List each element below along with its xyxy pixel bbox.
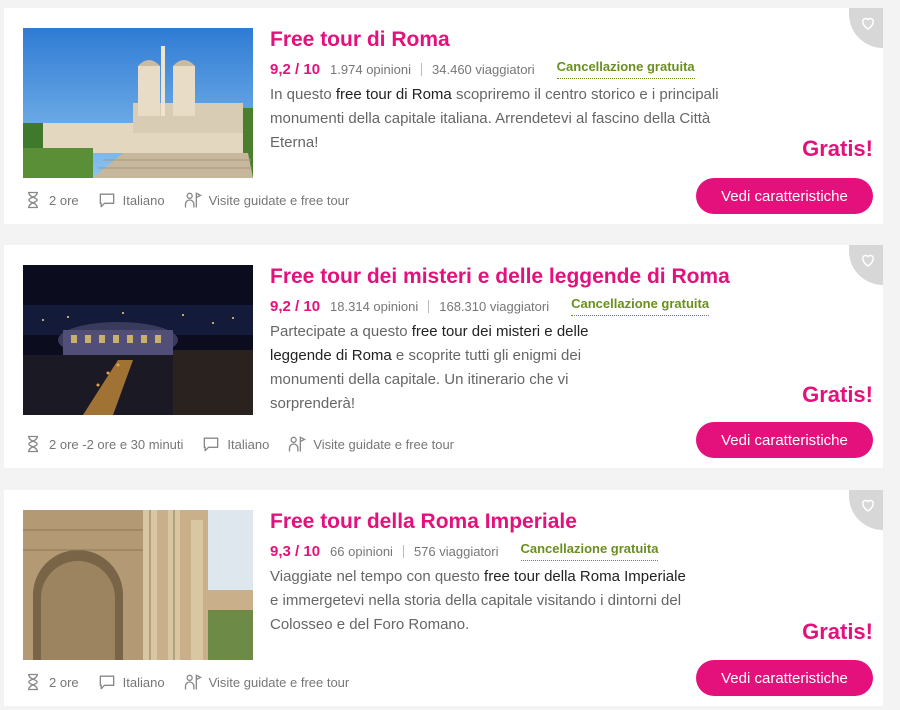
view-details-button[interactable]: Vedi caratteristiche bbox=[696, 660, 873, 696]
tour-card[interactable]: Free tour di Roma 9,2 / 10 1.974 opinion… bbox=[4, 8, 883, 224]
tour-guide-icon bbox=[289, 436, 307, 452]
tour-meta: 9,3 / 10 66 opinioni 576 viaggiatori Can… bbox=[270, 541, 659, 561]
tour-card[interactable]: Free tour dei misteri e delle leggende d… bbox=[4, 245, 883, 468]
tour-description: In questo free tour di Roma scopriremo i… bbox=[270, 86, 719, 151]
reviews-count[interactable]: 18.314 opinioni bbox=[330, 299, 418, 314]
reviews-count[interactable]: 1.974 opinioni bbox=[330, 62, 411, 77]
tour-description: Partecipate a questo free tour dei miste… bbox=[270, 323, 589, 412]
tour-card[interactable]: Free tour della Roma Imperiale 9,3 / 10 … bbox=[4, 490, 883, 706]
language: Italiano bbox=[122, 674, 165, 690]
favorite-button[interactable] bbox=[849, 490, 883, 530]
price: Gratis! bbox=[802, 382, 873, 407]
divider bbox=[428, 299, 430, 313]
view-details-button[interactable]: Vedi caratteristiche bbox=[696, 422, 873, 458]
reviews-count[interactable]: 66 opinioni bbox=[330, 544, 393, 559]
speech-bubble-icon bbox=[204, 437, 219, 452]
tour-features: 2 ore Italiano Visite guidate e free tou… bbox=[23, 672, 367, 692]
colosseum-night-photo[interactable] bbox=[23, 265, 253, 415]
tour-features: 2 ore -2 ore e 30 minuti Italiano Visite… bbox=[23, 434, 472, 454]
duration: 2 ore bbox=[49, 192, 79, 208]
tour-description: Viaggiate nel tempo con questo free tour… bbox=[270, 568, 686, 633]
rating: 9,2 / 10 bbox=[270, 60, 321, 78]
divider bbox=[402, 544, 404, 558]
category: Visite guidate e free tour bbox=[208, 192, 350, 208]
duration: 2 ore bbox=[49, 674, 79, 690]
price: Gratis! bbox=[802, 136, 873, 161]
tour-features: 2 ore Italiano Visite guidate e free tou… bbox=[23, 190, 367, 210]
language: Italiano bbox=[227, 436, 270, 452]
category: Visite guidate e free tour bbox=[313, 436, 455, 452]
tour-guide-icon bbox=[184, 192, 202, 208]
speech-bubble-icon bbox=[99, 193, 114, 208]
roman-arch-photo[interactable] bbox=[23, 510, 253, 660]
travelers-count: 576 viaggiatori bbox=[413, 543, 499, 559]
free-cancellation-badge[interactable]: Cancellazione gratuita bbox=[556, 59, 695, 79]
free-cancellation-badge[interactable]: Cancellazione gratuita bbox=[520, 541, 659, 561]
duration: 2 ore -2 ore e 30 minuti bbox=[49, 436, 184, 452]
favorite-button[interactable] bbox=[849, 8, 883, 48]
favorite-button[interactable] bbox=[849, 245, 883, 285]
view-details-button[interactable]: Vedi caratteristiche bbox=[696, 178, 873, 214]
speech-bubble-icon bbox=[99, 675, 114, 690]
heart-icon bbox=[861, 17, 875, 30]
spanish-steps-photo[interactable] bbox=[23, 28, 253, 178]
travelers-count: 34.460 viaggiatori bbox=[432, 61, 535, 77]
heart-icon bbox=[861, 254, 875, 267]
hourglass-icon bbox=[28, 435, 38, 453]
tour-title[interactable]: Free tour di Roma bbox=[270, 28, 450, 52]
rating: 9,2 / 10 bbox=[270, 297, 321, 315]
language: Italiano bbox=[122, 192, 165, 208]
hourglass-icon bbox=[28, 673, 38, 691]
tour-title[interactable]: Free tour dei misteri e delle leggende d… bbox=[270, 265, 730, 289]
tour-meta: 9,2 / 10 1.974 opinioni 34.460 viaggiato… bbox=[270, 59, 695, 79]
travelers-count: 168.310 viaggiatori bbox=[439, 298, 550, 314]
category: Visite guidate e free tour bbox=[208, 674, 350, 690]
hourglass-icon bbox=[28, 191, 38, 209]
tour-meta: 9,2 / 10 18.314 opinioni 168.310 viaggia… bbox=[270, 296, 710, 316]
rating: 9,3 / 10 bbox=[270, 542, 321, 560]
tour-guide-icon bbox=[184, 674, 202, 690]
divider bbox=[421, 62, 423, 76]
price: Gratis! bbox=[802, 619, 873, 644]
free-cancellation-badge[interactable]: Cancellazione gratuita bbox=[571, 296, 710, 316]
heart-icon bbox=[861, 499, 875, 512]
tour-title[interactable]: Free tour della Roma Imperiale bbox=[270, 510, 577, 534]
